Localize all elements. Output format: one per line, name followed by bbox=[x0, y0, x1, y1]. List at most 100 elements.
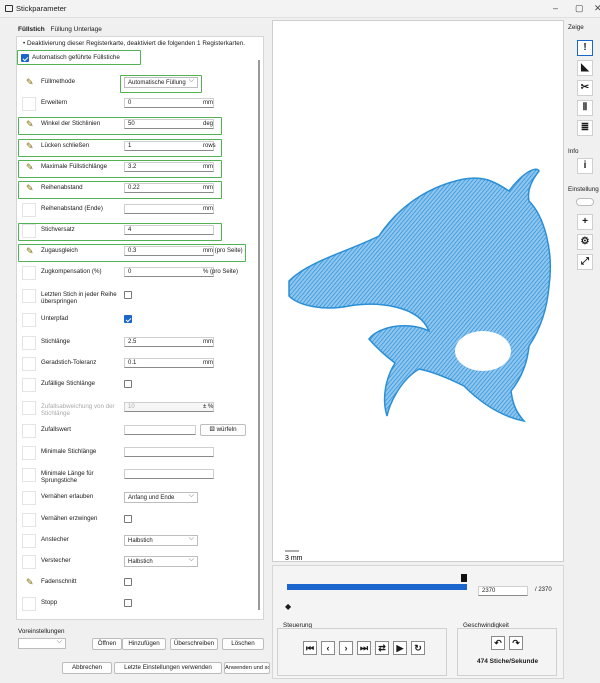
restart-icon[interactable]: ↻ bbox=[411, 641, 425, 655]
use-last-settings-button[interactable]: Letzte Einstellungen verwenden bbox=[114, 662, 222, 674]
overwrite-preset-button[interactable]: Überschreiben bbox=[170, 638, 218, 650]
fillmethod-label: Füllmethode bbox=[41, 78, 76, 85]
tie_allow-select[interactable]: Anfang und Ende bbox=[124, 492, 198, 503]
swap-direction-icon[interactable]: ⇄ bbox=[375, 641, 389, 655]
title-bar: Stickparameter – ▢ ✕ bbox=[0, 0, 600, 18]
row-toggle[interactable] bbox=[22, 513, 36, 527]
settings-toggle[interactable] bbox=[576, 198, 594, 206]
cancel-button[interactable]: Abbrechen bbox=[62, 662, 112, 674]
random_dev-input[interactable]: 10 bbox=[124, 402, 214, 412]
open-preset-button[interactable]: Öffnen bbox=[92, 638, 122, 650]
stitch-counter-input[interactable]: 2370 bbox=[478, 586, 528, 596]
underpath-checkbox[interactable] bbox=[124, 315, 132, 323]
app-icon bbox=[5, 5, 13, 12]
tab-fill-underlay[interactable]: Füllung Unterlage bbox=[51, 26, 102, 33]
row-toggle[interactable] bbox=[22, 357, 36, 371]
tie_out-select[interactable]: Halbstich bbox=[124, 556, 198, 567]
tie_in-select[interactable]: Halbstich bbox=[124, 535, 198, 546]
stitchlen-input[interactable]: 2.5 bbox=[124, 337, 214, 347]
row-toggle[interactable] bbox=[22, 446, 36, 460]
show-label: Zeige bbox=[568, 24, 584, 31]
dolphin-icon[interactable]: ◣ bbox=[577, 60, 593, 76]
start-marker-icon: ◆ bbox=[285, 602, 292, 611]
roll-dice-button[interactable]: ⚄ würfeln bbox=[200, 424, 246, 436]
speed-group bbox=[457, 628, 557, 676]
row-toggle[interactable] bbox=[22, 424, 36, 438]
maximize-button[interactable]: ▢ bbox=[575, 3, 584, 14]
window-title: Stickparameter bbox=[16, 4, 67, 13]
dolphin-fin-hole bbox=[455, 331, 511, 371]
gaps-highlight bbox=[18, 139, 222, 157]
delete-preset-button[interactable]: Löschen bbox=[222, 638, 264, 650]
apply-close-button[interactable]: Anwenden und schließen bbox=[224, 662, 270, 674]
faster-icon[interactable]: ↷ bbox=[509, 636, 523, 650]
row-toggle[interactable] bbox=[22, 266, 36, 280]
close-button[interactable]: ✕ bbox=[594, 3, 600, 14]
rowspacing_end-input[interactable] bbox=[124, 204, 214, 214]
row-toggle[interactable] bbox=[22, 378, 36, 392]
dolphin-shape bbox=[288, 168, 552, 423]
row-toggle[interactable] bbox=[22, 203, 36, 217]
tie_out-label: Verstecher bbox=[41, 557, 71, 564]
plus-icon[interactable]: + bbox=[577, 214, 593, 230]
stop-label: Stopp bbox=[41, 599, 58, 606]
dice-icon: ⚄ bbox=[209, 426, 217, 433]
pull-highlight bbox=[18, 244, 246, 262]
scissors-icon[interactable]: ✂ bbox=[577, 80, 593, 96]
row-toggle[interactable] bbox=[22, 534, 36, 548]
row-toggle[interactable] bbox=[22, 597, 36, 611]
list-icon[interactable]: ≣ bbox=[577, 120, 593, 136]
settings-label: Einstellung bbox=[568, 186, 599, 193]
random_val-input[interactable] bbox=[124, 425, 196, 435]
fillmethod-highlight bbox=[120, 75, 202, 93]
trim-checkbox[interactable] bbox=[124, 578, 132, 586]
presets-dropdown[interactable] bbox=[18, 638, 66, 649]
rowspacing-highlight bbox=[18, 181, 222, 199]
row-toggle[interactable] bbox=[22, 401, 36, 415]
pause-icon[interactable]: Ⅱ bbox=[577, 100, 593, 116]
tolerance-input[interactable]: 0.1 bbox=[124, 358, 214, 368]
rowspacing_end-unit: mm bbox=[203, 206, 213, 212]
pull_pct-label: Zugkompensation (%) bbox=[41, 268, 102, 275]
info-icon[interactable]: i bbox=[577, 158, 593, 174]
tab-fill-stitch[interactable]: Füllstich bbox=[18, 26, 45, 33]
last_stitch-checkbox[interactable] bbox=[124, 291, 132, 299]
progress-bar[interactable] bbox=[287, 584, 467, 590]
add-preset-button[interactable]: Hinzufügen bbox=[122, 638, 166, 650]
min_jump-input[interactable] bbox=[124, 469, 214, 479]
resize-icon[interactable]: ⤢ bbox=[577, 254, 593, 270]
random_len-checkbox[interactable] bbox=[124, 380, 132, 388]
expand-input[interactable]: 0 bbox=[124, 98, 214, 108]
random_len-label: Zufällige Stichlänge bbox=[41, 380, 96, 387]
row-toggle[interactable] bbox=[22, 97, 36, 111]
auto-fill-checkbox[interactable] bbox=[21, 54, 29, 62]
gear-icon[interactable]: ⚙ bbox=[577, 234, 593, 250]
presets-area: Voreinstellungen Öffnen Hinzufügen Übers… bbox=[16, 622, 270, 682]
stop-checkbox[interactable] bbox=[124, 599, 132, 607]
min_len-input[interactable] bbox=[124, 447, 214, 457]
row-toggle[interactable] bbox=[22, 336, 36, 350]
panel-scrollbar[interactable] bbox=[258, 60, 260, 610]
pull_pct-input[interactable]: 0 bbox=[124, 267, 214, 277]
row-toggle[interactable] bbox=[22, 289, 36, 303]
play-icon[interactable]: ▶ bbox=[393, 641, 407, 655]
row-toggle[interactable] bbox=[22, 491, 36, 505]
alert-icon[interactable]: ! bbox=[577, 40, 593, 56]
step-back-icon[interactable]: ‹ bbox=[321, 641, 335, 655]
tie_force-checkbox[interactable] bbox=[124, 515, 132, 523]
info-label: Info bbox=[568, 148, 579, 155]
progress-handle[interactable] bbox=[461, 574, 467, 582]
skip-end-icon[interactable]: ⏭ bbox=[357, 641, 371, 655]
tie_allow-label: Vernähen erlauben bbox=[41, 493, 94, 500]
row-toggle[interactable] bbox=[22, 468, 36, 482]
random_dev-label: Zufallsabweichung von der Stichlänge bbox=[41, 403, 115, 417]
stitchlen-unit: mm bbox=[203, 339, 213, 345]
row-toggle[interactable] bbox=[22, 313, 36, 327]
tie_in-label: Anstecher bbox=[41, 536, 69, 543]
row-toggle[interactable] bbox=[22, 555, 36, 569]
preview-canvas[interactable]: 3 mm bbox=[272, 20, 564, 562]
skip-start-icon[interactable]: ⏮ bbox=[303, 641, 317, 655]
minimize-button[interactable]: – bbox=[553, 3, 558, 13]
slower-icon[interactable]: ↶ bbox=[491, 636, 505, 650]
step-forward-icon[interactable]: › bbox=[339, 641, 353, 655]
